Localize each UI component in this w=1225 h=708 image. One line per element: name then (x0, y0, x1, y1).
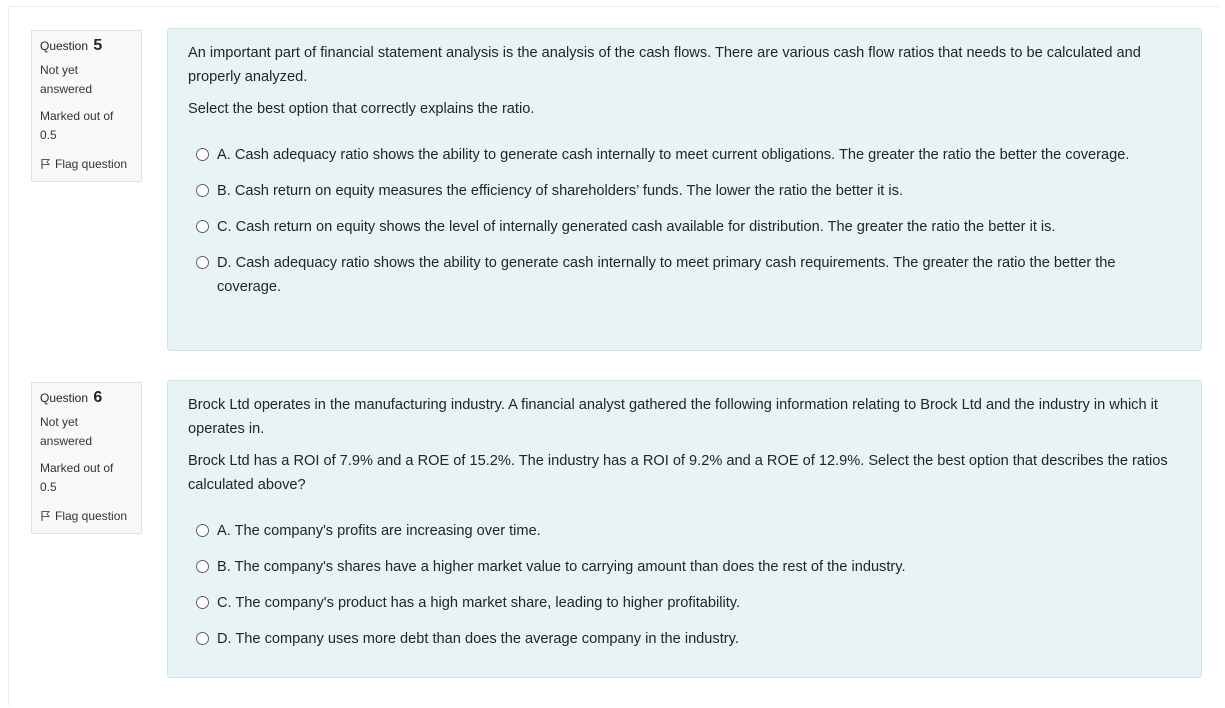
answer-option-label[interactable]: C. Cash return on equity shows the level… (217, 215, 1056, 239)
question-text-paragraph: Brock Ltd has a ROI of 7.9% and a ROE of… (188, 453, 1168, 493)
flag-icon (41, 159, 51, 169)
answer-option-label[interactable]: A. The company's profits are increasing … (217, 519, 541, 543)
option-letter: C. (217, 595, 232, 611)
answer-option-a[interactable]: A. The company's profits are increasing … (188, 519, 1181, 543)
option-letter: C. (217, 219, 232, 235)
answer-option-b[interactable]: B. Cash return on equity measures the ef… (188, 179, 1181, 203)
answer-option-label[interactable]: A. Cash adequacy ratio shows the ability… (217, 143, 1129, 167)
option-text: Cash return on equity measures the effic… (234, 183, 904, 199)
answer-option-label[interactable]: C. The company's product has a high mark… (217, 591, 740, 615)
option-letter: D. (217, 255, 232, 271)
answer-option-label[interactable]: B. The company's shares have a higher ma… (217, 555, 906, 579)
question-number-value: 6 (93, 389, 103, 406)
option-text: The company's profits are increasing ove… (234, 523, 541, 539)
answer-option-c[interactable]: C. Cash return on equity shows the level… (188, 215, 1181, 239)
radio-button[interactable] (196, 524, 209, 537)
answer-option-b[interactable]: B. The company's shares have a higher ma… (188, 555, 1181, 579)
option-letter: D. (217, 631, 232, 647)
option-text: The company's product has a high market … (235, 595, 741, 611)
question-state: Not yet answered (40, 415, 93, 448)
question-text: An important part of financial statement… (188, 41, 1181, 121)
question-text: Brock Ltd operates in the manufacturing … (188, 393, 1181, 497)
question-info-5: Question 5 Not yet answered Marked out o… (31, 30, 142, 182)
question-grade: Marked out of 0.5 (40, 109, 114, 142)
question-content-6: Brock Ltd operates in the manufacturing … (167, 380, 1202, 678)
option-text: The company's shares have a higher marke… (234, 559, 906, 575)
answer-options: A. Cash adequacy ratio shows the ability… (188, 143, 1181, 299)
answer-option-label[interactable]: B. Cash return on equity measures the ef… (217, 179, 903, 203)
answer-option-a[interactable]: A. Cash adequacy ratio shows the ability… (188, 143, 1181, 167)
radio-button[interactable] (196, 632, 209, 645)
option-letter: A. (217, 523, 231, 539)
question-number: Question 5 (40, 37, 133, 55)
answer-options: A. The company's profits are increasing … (188, 519, 1181, 651)
radio-button[interactable] (196, 596, 209, 609)
radio-button[interactable] (196, 560, 209, 573)
flag-question-label: Flag question (55, 509, 128, 523)
answer-option-label[interactable]: D. Cash adequacy ratio shows the ability… (217, 251, 1181, 299)
radio-button[interactable] (196, 220, 209, 233)
question-label: Question (40, 39, 89, 53)
radio-button[interactable] (196, 256, 209, 269)
question-grade: Marked out of 0.5 (40, 461, 114, 494)
option-text: Cash return on equity shows the level of… (235, 219, 1056, 235)
option-letter: A. (217, 147, 231, 163)
option-text: Cash adequacy ratio shows the ability to… (234, 147, 1130, 163)
answer-option-d[interactable]: D. Cash adequacy ratio shows the ability… (188, 251, 1181, 299)
question-text-paragraph: Brock Ltd operates in the manufacturing … (188, 397, 1158, 437)
option-text: The company uses more debt than does the… (235, 631, 739, 647)
option-letter: B. (217, 559, 231, 575)
flag-question-label: Flag question (55, 157, 128, 171)
question-info-6: Question 6 Not yet answered Marked out o… (31, 382, 142, 534)
radio-button[interactable] (196, 184, 209, 197)
flag-icon (41, 511, 51, 521)
answer-option-d[interactable]: D. The company uses more debt than does … (188, 627, 1181, 651)
radio-button[interactable] (196, 148, 209, 161)
question-number-value: 5 (93, 37, 103, 54)
question-text-paragraph: Select the best option that correctly ex… (188, 101, 535, 117)
question-number: Question 6 (40, 389, 133, 407)
flag-question-link[interactable]: Flag question (40, 507, 133, 525)
question-label: Question (40, 391, 89, 405)
question-state: Not yet answered (40, 63, 93, 96)
question-content-5: An important part of financial statement… (167, 28, 1202, 351)
option-letter: B. (217, 183, 231, 199)
answer-option-c[interactable]: C. The company's product has a high mark… (188, 591, 1181, 615)
answer-option-label[interactable]: D. The company uses more debt than does … (217, 627, 739, 651)
flag-question-link[interactable]: Flag question (40, 155, 133, 173)
option-text: Cash adequacy ratio shows the ability to… (217, 255, 1116, 295)
question-text-paragraph: An important part of financial statement… (188, 45, 1141, 85)
